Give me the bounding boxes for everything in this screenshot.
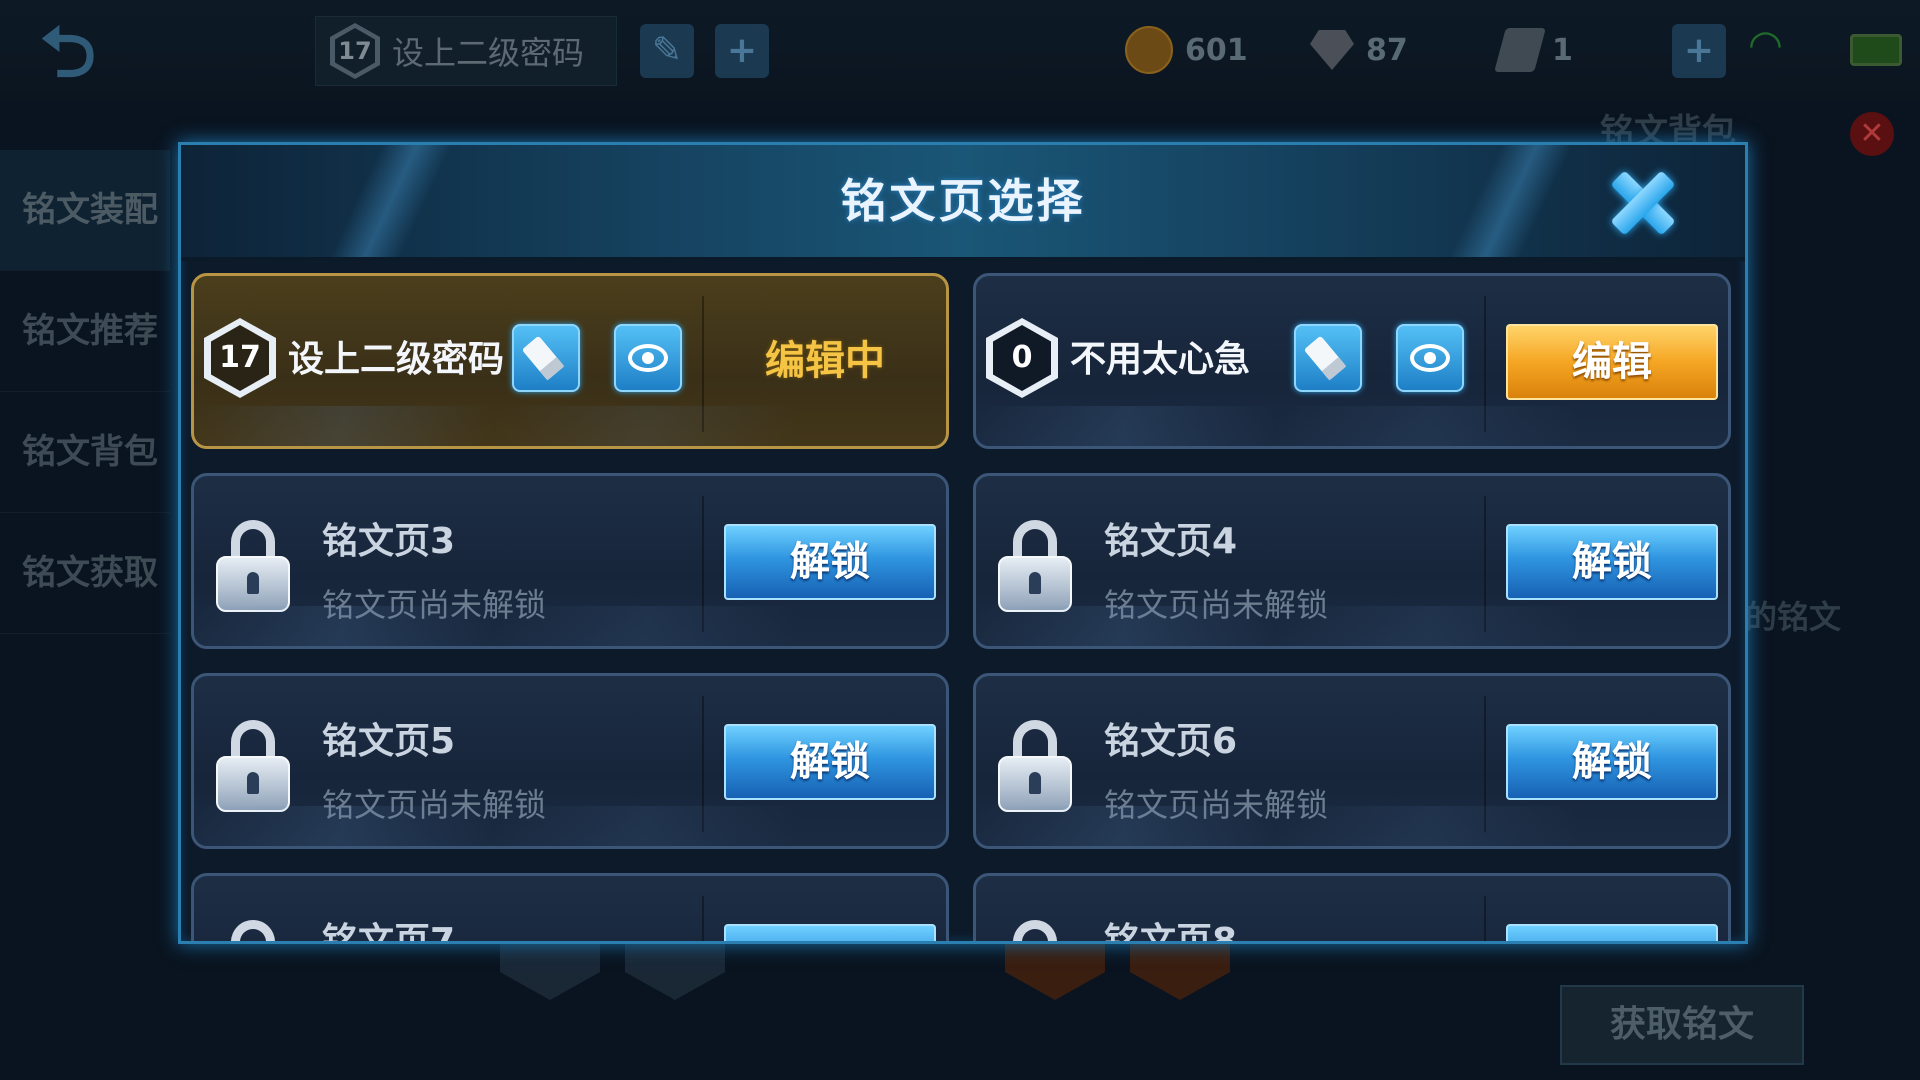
- page-name: 设上二级密码: [288, 339, 505, 380]
- edit-button[interactable]: 编辑: [1506, 324, 1718, 400]
- rename-icon[interactable]: ✎: [640, 24, 694, 78]
- page-name: 铭文页7: [322, 921, 456, 944]
- locked-rune-page-card: 铭文页5 铭文页尚未解锁 解锁: [191, 673, 949, 849]
- page-name: 铭文页5: [322, 721, 456, 762]
- modal-header: 铭文页选择: [181, 145, 1745, 261]
- locked-status: 铭文页尚未解锁: [322, 586, 547, 624]
- eraser-icon: [1303, 335, 1347, 381]
- preview-button[interactable]: [1396, 324, 1464, 392]
- unlock-button[interactable]: 解锁: [1506, 724, 1718, 800]
- page-level-badge: 17: [204, 318, 276, 398]
- locked-rune-page-card: 铭文页6 铭文页尚未解锁 解锁: [973, 673, 1731, 849]
- unlock-button[interactable]: 解锁: [724, 524, 936, 600]
- eye-icon: [1410, 344, 1450, 372]
- sidebar: 铭文装配 铭文推荐 铭文背包 铭文获取: [0, 150, 170, 650]
- gem-currency: 87: [1310, 22, 1408, 78]
- locked-rune-page-card: 铭文页8: [973, 873, 1731, 944]
- lock-icon: [998, 720, 1072, 812]
- page-name: 铭文页6: [1104, 721, 1238, 762]
- top-bar: [0, 0, 1920, 100]
- eye-icon: [628, 344, 668, 372]
- add-icon[interactable]: +: [715, 24, 769, 78]
- rename-button[interactable]: [1294, 324, 1362, 392]
- unlock-button[interactable]: 解锁: [724, 724, 936, 800]
- background-text: 的铭文: [1745, 598, 1842, 636]
- locked-status: 铭文页尚未解锁: [1104, 786, 1329, 824]
- page-number-badge: 17: [330, 23, 380, 79]
- rune-page-card[interactable]: 17 设上二级密码 编辑中: [191, 273, 949, 449]
- voucher-currency: 1: [1494, 22, 1573, 78]
- page-name: 不用太心急: [1070, 339, 1251, 380]
- battery-icon: [1850, 34, 1902, 66]
- gold-coin-icon: [1125, 26, 1173, 74]
- gem-icon: [1310, 30, 1354, 70]
- lock-icon: [216, 520, 290, 612]
- lock-icon: [998, 520, 1072, 612]
- locked-rune-page-card: 铭文页3 铭文页尚未解锁 解锁: [191, 473, 949, 649]
- get-rune-button[interactable]: 获取铭文: [1560, 985, 1804, 1065]
- recharge-add-icon[interactable]: +: [1672, 24, 1726, 78]
- page-level-badge: 0: [986, 318, 1058, 398]
- page-name: 铭文页3: [322, 521, 456, 562]
- page-name: 铭文页8: [1104, 921, 1238, 944]
- locked-rune-page-card: 铭文页4 铭文页尚未解锁 解锁: [973, 473, 1731, 649]
- unlock-button[interactable]: 解锁: [1506, 524, 1718, 600]
- lock-icon: [216, 920, 290, 941]
- unlock-button[interactable]: [724, 924, 936, 941]
- sidebar-item-rune-recommend[interactable]: 铭文推荐: [0, 271, 170, 392]
- locked-status: 铭文页尚未解锁: [1104, 586, 1329, 624]
- sidebar-item-rune-bag[interactable]: 铭文背包: [0, 392, 170, 513]
- preview-button[interactable]: [614, 324, 682, 392]
- back-button[interactable]: ⮌: [40, 17, 170, 87]
- unlock-button[interactable]: [1506, 924, 1718, 941]
- page-name: 铭文页4: [1104, 521, 1238, 562]
- sidebar-item-rune-obtain[interactable]: 铭文获取: [0, 513, 170, 634]
- current-rune-page-chip[interactable]: 17 设上二级密码: [315, 16, 617, 86]
- rename-button[interactable]: [512, 324, 580, 392]
- close-icon[interactable]: ✕: [1850, 112, 1894, 156]
- voucher-icon: [1494, 28, 1546, 72]
- lock-icon: [216, 720, 290, 812]
- wifi-icon: ◠: [1748, 22, 1783, 68]
- current-page-name: 设上二级密码: [392, 34, 585, 72]
- rune-page-select-modal: 铭文页选择 17 设上二级密码 编辑中 0 不用太心急 编辑 铭文页3 铭文页尚…: [178, 142, 1748, 944]
- sidebar-item-rune-equip[interactable]: 铭文装配: [0, 150, 170, 271]
- lock-icon: [998, 920, 1072, 941]
- rune-page-card[interactable]: 0 不用太心急 编辑: [973, 273, 1731, 449]
- locked-status: 铭文页尚未解锁: [322, 786, 547, 824]
- close-modal-button[interactable]: [1601, 161, 1685, 245]
- gold-currency: 601: [1125, 22, 1248, 78]
- editing-status: 编辑中: [765, 338, 885, 384]
- locked-rune-page-card: 铭文页7: [191, 873, 949, 944]
- modal-title: 铭文页选择: [840, 174, 1086, 228]
- eraser-icon: [521, 335, 565, 381]
